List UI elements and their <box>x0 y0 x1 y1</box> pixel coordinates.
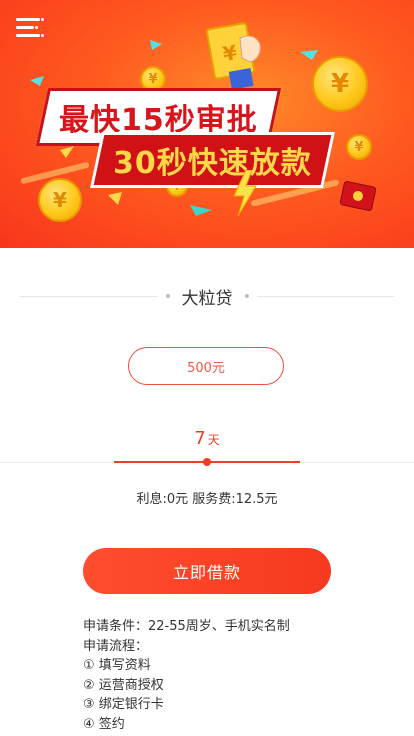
application-conditions: 申请条件：22-55周岁、手机实名制 <box>83 619 290 634</box>
divider <box>20 295 158 297</box>
menu-icon[interactable] <box>16 16 44 40</box>
slider-thumb[interactable] <box>203 458 211 466</box>
loan-days-display: 7天 <box>0 428 414 449</box>
loan-days-slider[interactable] <box>114 458 300 466</box>
headline-line-2: 30秒快速放款 <box>90 132 335 188</box>
process-step: ④ 签约 <box>83 716 125 732</box>
application-process-title: 申请流程： <box>83 638 149 654</box>
coin-icon: ¥ <box>38 178 82 222</box>
loan-days-value: 7 <box>194 428 206 449</box>
lightning-icon <box>233 170 257 216</box>
borrow-now-button[interactable]: 立即借款 <box>83 548 331 594</box>
headline: 最快15秒审批 30秒快速放款 <box>35 88 392 188</box>
product-title-row: 大粒贷 <box>20 282 394 310</box>
process-step: ② 运营商授权 <box>83 677 164 693</box>
process-step: ③ 绑定银行卡 <box>83 697 164 713</box>
loan-amount-value: 500元 <box>187 360 225 376</box>
promo-banner: ¥ ¥ ¥ ¥ ¥ ¥ 最快15秒审批 30秒快速放款 <box>0 0 414 248</box>
loan-days-unit: 天 <box>207 433 220 447</box>
divider-dot <box>165 294 170 298</box>
hand-icon: ¥ <box>205 22 261 90</box>
fee-summary: 利息:0元 服务费:12.5元 <box>136 492 278 507</box>
process-step: ① 填写资料 <box>83 658 151 674</box>
divider-dot <box>244 294 249 298</box>
product-title: 大粒贷 <box>181 288 233 309</box>
red-envelope-icon <box>339 180 377 212</box>
application-info: 申请条件：22-55周岁、手机实名制 申请流程： ① 填写资料 ② 运营商授权 … <box>83 617 403 735</box>
loan-amount-selector[interactable]: 500元 <box>128 347 284 385</box>
divider <box>256 295 394 297</box>
